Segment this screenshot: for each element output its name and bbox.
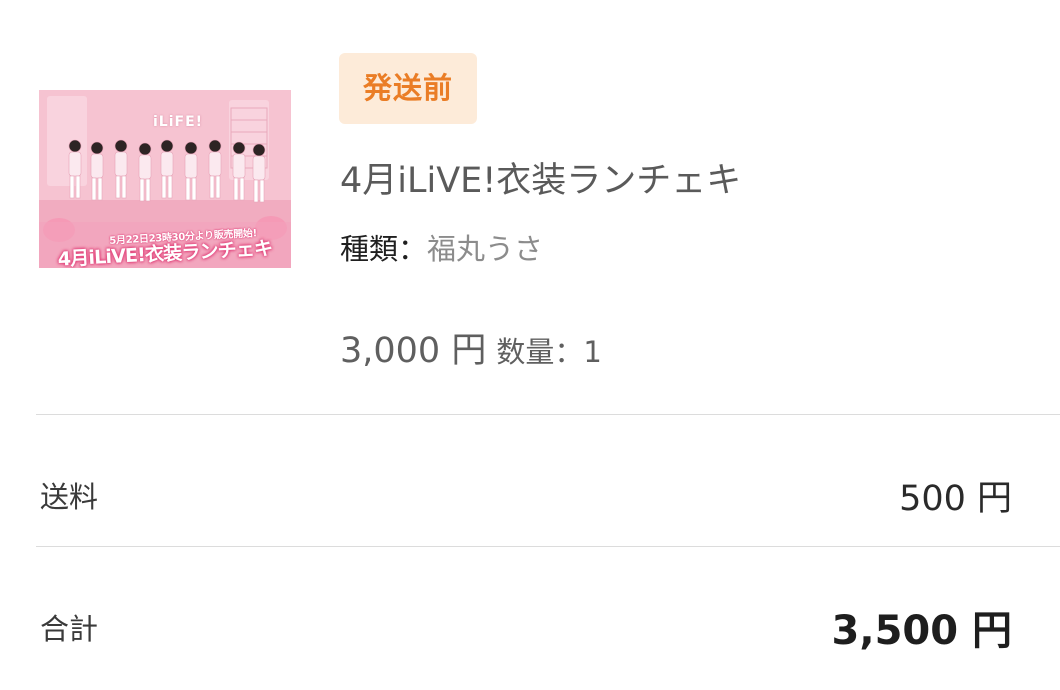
divider (36, 414, 1060, 415)
shipping-label: 送料 (40, 480, 99, 514)
product-variant: 種類：福丸うさ (340, 226, 543, 268)
variant-label: 種類： (340, 232, 428, 266)
product-title[interactable]: 4月iLiVE!衣装ランチェキ (340, 152, 741, 203)
shipping-value: 500 円 (899, 479, 1012, 519)
order-item-page: iLiFE! 5月22日23時30分より販売開始! 4月iLiVE!衣装ランチェ… (0, 0, 1060, 690)
total-label: 合計 (40, 612, 99, 646)
divider (36, 546, 1060, 547)
product-thumbnail[interactable]: iLiFE! 5月22日23時30分より販売開始! 4月iLiVE!衣装ランチェ… (39, 90, 291, 268)
unit-price: 3,000 円 (340, 331, 487, 371)
total-value: 3,500 円 (831, 608, 1012, 654)
order-item[interactable]: iLiFE! 5月22日23時30分より販売開始! 4月iLiVE!衣装ランチェ… (0, 0, 1060, 414)
thumbnail-sign-text: iLiFE! (153, 114, 204, 130)
shipping-status-badge: 発送前 (339, 53, 477, 124)
variant-value: 福丸うさ (427, 232, 544, 266)
price-quantity-line: 3,000 円数量：1 (340, 322, 602, 373)
quantity: 数量：1 (496, 335, 602, 369)
